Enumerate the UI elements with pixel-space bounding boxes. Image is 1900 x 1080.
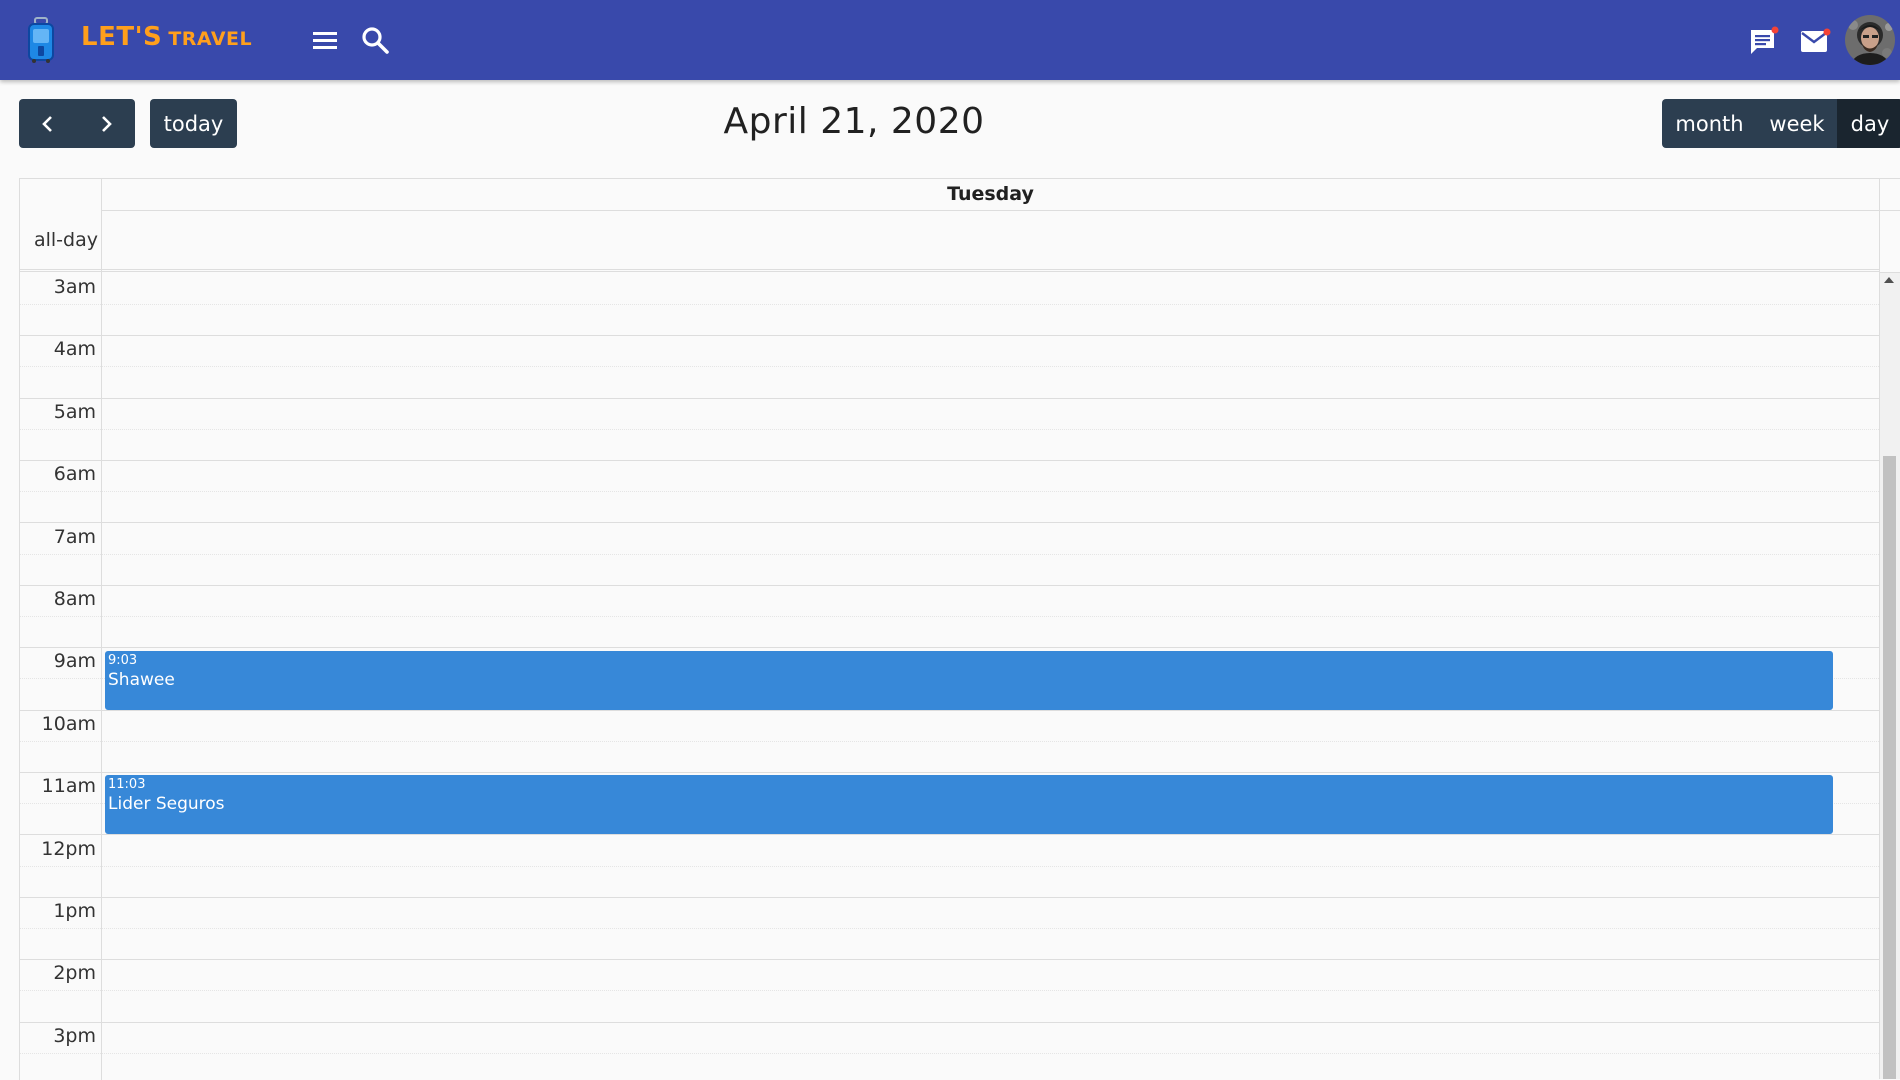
time-slot[interactable]: 8am (20, 586, 1879, 617)
time-slot[interactable] (20, 617, 1879, 649)
time-slot[interactable]: 2pm (20, 960, 1879, 992)
time-slot-label: 5am (53, 400, 96, 423)
time-slot-label: 9am (53, 650, 96, 673)
time-slot[interactable]: 5am (20, 399, 1879, 430)
header-scroll-gutter (1879, 179, 1900, 211)
calendar-title: April 21, 2020 (0, 101, 1899, 142)
time-slot-label: 3pm (53, 1024, 96, 1047)
logo-main-text: LET'S (81, 22, 163, 52)
day-view-button[interactable]: day (1837, 99, 1900, 148)
chat-notification-dot (1771, 26, 1779, 34)
day-column-header: Tuesday (102, 179, 1879, 211)
avatar-image (1845, 15, 1895, 65)
event-time: 11:03 (108, 777, 146, 793)
event-time: 9:03 (108, 652, 138, 668)
view-switcher: month week day (1662, 99, 1900, 148)
search-icon[interactable] (360, 25, 390, 55)
app-logo[interactable]: LET'S TRAVEL (81, 22, 252, 52)
time-slot-label: 8am (53, 588, 96, 610)
time-slot-label: 1pm (53, 900, 96, 922)
time-slot[interactable]: 12pm (20, 836, 1879, 867)
time-slot[interactable] (20, 430, 1879, 461)
all-day-label: all-day (33, 229, 98, 251)
scrollbar-thumb[interactable] (1883, 456, 1896, 1079)
time-grid-body[interactable]: 3am 4am 5am 6am 7am 8am 9am 10am 11am 12pm 1pm 2pm 3… (20, 274, 1879, 1080)
event-title: Shawee (108, 669, 175, 690)
mail-notification-dot (1823, 28, 1831, 36)
time-slot[interactable] (20, 929, 1879, 961)
time-slot[interactable] (20, 555, 1879, 586)
scroll-up-arrow-icon[interactable] (1884, 277, 1894, 283)
time-slot[interactable] (20, 1054, 1879, 1080)
time-slot[interactable] (20, 867, 1879, 898)
mail-icon[interactable] (1799, 28, 1831, 54)
time-slot-label: 2pm (53, 962, 96, 985)
time-slot-label: 11am (41, 775, 96, 798)
time-slot-label: 10am (41, 712, 96, 735)
calendar-title-text: April 21, 2020 (723, 101, 985, 142)
logo-sub-text: TRAVEL (168, 28, 253, 50)
month-view-button[interactable]: month (1662, 99, 1757, 148)
time-slot[interactable]: 1pm (20, 898, 1879, 929)
suitcase-logo-icon (28, 17, 54, 63)
time-slot[interactable] (20, 368, 1879, 399)
week-view-button[interactable]: week (1757, 99, 1837, 148)
time-slot-label: 3am (53, 276, 96, 298)
time-slot[interactable]: 10am (20, 711, 1879, 742)
time-slot[interactable] (20, 742, 1879, 773)
time-slot[interactable]: 4am (20, 336, 1879, 368)
time-slot[interactable]: 6am (20, 461, 1879, 493)
time-slot[interactable] (20, 492, 1879, 524)
time-slot-label: 7am (53, 525, 96, 548)
top-app-bar: LET'S TRAVEL (0, 0, 1900, 80)
time-slot[interactable] (20, 992, 1879, 1023)
calendar-event[interactable]: 9:03 Shawee (105, 650, 1833, 710)
hamburger-icon[interactable] (311, 28, 339, 52)
chat-icon[interactable] (1748, 26, 1780, 56)
user-avatar[interactable] (1845, 15, 1895, 65)
time-slot[interactable]: 7am (20, 524, 1879, 555)
time-slot[interactable] (20, 305, 1879, 337)
calendar-grid: Tuesday all-day 3am 4am 5am 6am 7am 8am 9am 10a… (19, 178, 1900, 1080)
all-day-scroll-gutter (1879, 211, 1900, 273)
time-slot-label: 12pm (41, 837, 96, 860)
event-title: Lider Seguros (108, 794, 225, 815)
time-slot-label: 4am (53, 338, 96, 361)
all-day-row[interactable]: all-day (20, 211, 1879, 272)
time-slot-label: 6am (53, 463, 96, 486)
time-slot[interactable]: 3am (20, 274, 1879, 305)
calendar-event[interactable]: 11:03 Lider Seguros (105, 775, 1833, 835)
time-slot[interactable]: 3pm (20, 1023, 1879, 1054)
vertical-scrollbar[interactable] (1879, 273, 1900, 1079)
